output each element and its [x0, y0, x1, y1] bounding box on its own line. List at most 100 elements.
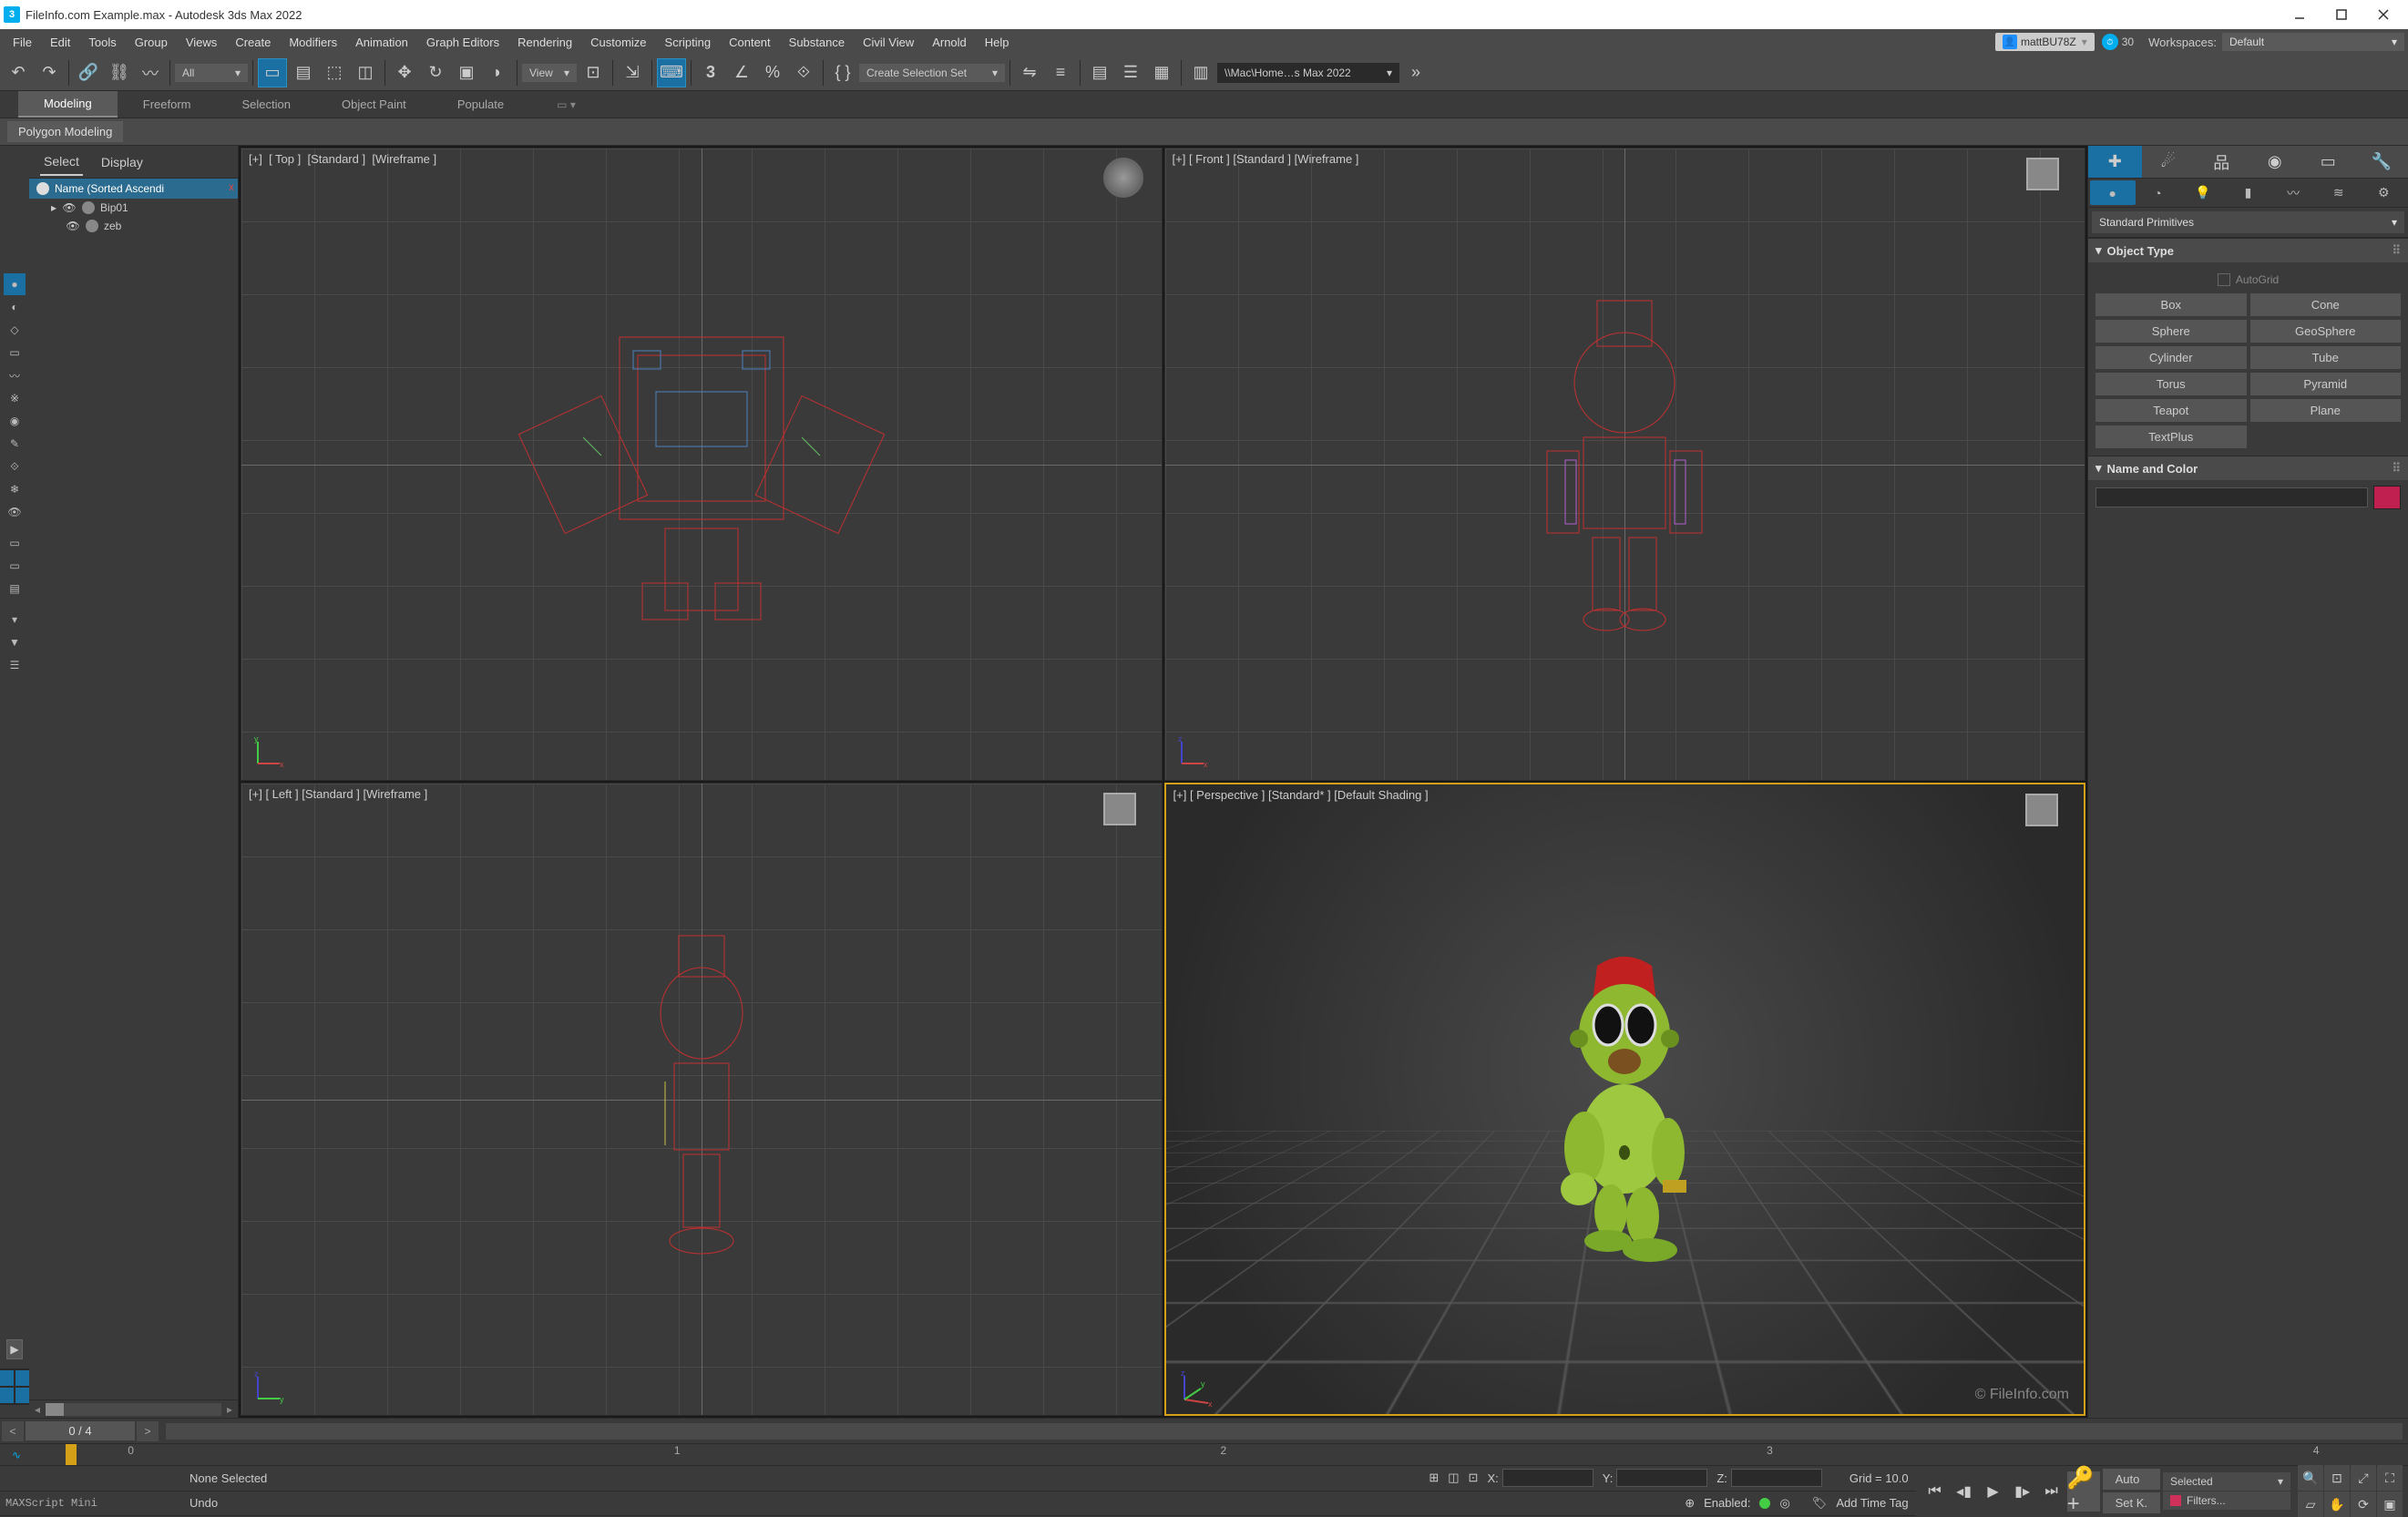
- scene-item-zeb[interactable]: 👁 zeb: [29, 217, 238, 235]
- scene-explorer-close-icon[interactable]: x: [229, 180, 234, 193]
- filter-icon[interactable]: ▼: [4, 631, 26, 653]
- move-button[interactable]: ✥: [390, 58, 419, 87]
- primitive-geosphere-button[interactable]: GeoSphere: [2250, 320, 2402, 343]
- menu-edit[interactable]: Edit: [41, 32, 79, 53]
- scene-item-bip01[interactable]: ▸ 👁 Bip01: [29, 199, 238, 217]
- menu-substance[interactable]: Substance: [780, 32, 854, 53]
- display-spacewarps-icon[interactable]: ※: [4, 387, 26, 409]
- next-frame-button[interactable]: ▮▸: [2009, 1478, 2036, 1505]
- signin-user-dropdown[interactable]: 👤 mattBU78Z ▾: [1995, 33, 2095, 51]
- menu-arnold[interactable]: Arnold: [923, 32, 976, 53]
- viewport-layout-button[interactable]: [0, 1368, 33, 1405]
- window-crossing-button[interactable]: ◫: [351, 58, 380, 87]
- object-type-rollout-header[interactable]: ▾ Object Type ⠿: [2088, 238, 2408, 262]
- display-hidden-icon[interactable]: 👁: [4, 501, 26, 523]
- viewport-front[interactable]: [+] [ Front ] [Standard ] [Wireframe ]: [1164, 148, 2086, 781]
- spinner-snap-button[interactable]: ⟐: [789, 58, 818, 87]
- ribbon-tab-freeform[interactable]: Freeform: [118, 92, 217, 117]
- lights-subtab[interactable]: 💡: [2180, 180, 2226, 205]
- set-key-big-button[interactable]: 🔑+: [2067, 1471, 2100, 1512]
- viewport-left[interactable]: [+] [ Left ] [Standard ] [Wireframe ] z: [241, 783, 1163, 1416]
- isolate-selection-icon[interactable]: ◫: [1448, 1471, 1459, 1485]
- toolbar-overflow-button[interactable]: »: [1401, 58, 1430, 87]
- list-view3-icon[interactable]: ▤: [4, 578, 26, 600]
- geometry-subtab[interactable]: ●: [2090, 180, 2136, 205]
- primitive-tube-button[interactable]: Tube: [2250, 346, 2402, 369]
- scale-button[interactable]: ▣: [452, 58, 481, 87]
- keyboard-shortcut-button[interactable]: ⌨: [657, 58, 686, 87]
- viewcube-icon[interactable]: [1103, 158, 1143, 198]
- expand-explorer-button[interactable]: ▶: [6, 1339, 23, 1359]
- spacewarps-subtab[interactable]: ≋: [2316, 180, 2362, 205]
- ribbon-tab-modeling[interactable]: Modeling: [18, 91, 118, 118]
- shapes-subtab[interactable]: ◔: [2136, 180, 2181, 205]
- time-tag-icon[interactable]: 🏷: [1812, 1496, 1828, 1511]
- viewport-label-left[interactable]: [+] [ Left ] [Standard ] [Wireframe ]: [249, 787, 427, 801]
- viewport-label-front[interactable]: [+] [ Front ] [Standard ] [Wireframe ]: [1173, 152, 1359, 166]
- menu-customize[interactable]: Customize: [581, 32, 655, 53]
- curve-editor-button[interactable]: ▥: [1186, 58, 1215, 87]
- visibility-icon[interactable]: 👁: [62, 201, 77, 214]
- auto-key-button[interactable]: Auto: [2103, 1469, 2160, 1490]
- orbit-button[interactable]: ⟳: [2351, 1491, 2376, 1517]
- viewcube-icon[interactable]: [2026, 158, 2066, 198]
- menu-create[interactable]: Create: [226, 32, 280, 53]
- close-button[interactable]: [2362, 0, 2404, 29]
- ribbon-tab-selection[interactable]: Selection: [217, 92, 316, 117]
- create-panel-tab[interactable]: ✚: [2088, 146, 2142, 178]
- name-color-rollout-header[interactable]: ▾ Name and Color ⠿: [2088, 456, 2408, 480]
- y-coord-input[interactable]: [1616, 1469, 1707, 1487]
- scene-explorer-column-header[interactable]: Name (Sorted Ascendi: [29, 179, 238, 199]
- fov-button[interactable]: ▱: [2298, 1491, 2323, 1517]
- viewport-perspective[interactable]: [+] [ Perspective ] [Standard* ] [Defaul…: [1164, 783, 2086, 1416]
- ribbon-collapse-button[interactable]: ▭ ▾: [557, 98, 576, 111]
- display-xrefs-icon[interactable]: ✎: [4, 433, 26, 455]
- menu-tools[interactable]: Tools: [79, 32, 125, 53]
- edit-named-sel-button[interactable]: { }: [828, 58, 857, 87]
- display-helpers-icon[interactable]: 〰: [4, 364, 26, 386]
- goto-end-button[interactable]: ⏭: [2038, 1478, 2065, 1505]
- hierarchy-panel-tab[interactable]: 品: [2195, 146, 2249, 178]
- z-coord-input[interactable]: [1731, 1469, 1822, 1487]
- percent-snap-button[interactable]: %: [758, 58, 787, 87]
- trial-days-indicator[interactable]: ⏱ 30: [2098, 32, 2137, 52]
- zoom-button[interactable]: 🔍: [2298, 1465, 2323, 1491]
- object-color-swatch[interactable]: [2373, 486, 2401, 509]
- display-lights-icon[interactable]: ◇: [4, 319, 26, 341]
- scene-explorer-tab-select[interactable]: Select: [40, 149, 83, 176]
- maximize-viewport-button[interactable]: ▣: [2377, 1491, 2403, 1517]
- undo-button[interactable]: ↶: [4, 58, 33, 87]
- snap-toggle-button[interactable]: 3: [696, 58, 725, 87]
- display-shapes-icon[interactable]: ◐: [4, 296, 26, 318]
- rotate-button[interactable]: ↻: [421, 58, 450, 87]
- display-fx-icon[interactable]: ❄: [4, 478, 26, 500]
- display-bone-icon[interactable]: ⟐: [4, 456, 26, 477]
- set-key-button[interactable]: Set K.: [2103, 1492, 2160, 1513]
- align-button[interactable]: ≡: [1046, 58, 1075, 87]
- pivot-center-button[interactable]: ⊡: [579, 58, 608, 87]
- modify-panel-tab[interactable]: ☄: [2142, 146, 2196, 178]
- primitive-textplus-button[interactable]: TextPlus: [2095, 425, 2247, 448]
- scene-explorer-scrollbar[interactable]: ◂▸: [29, 1399, 238, 1418]
- primitive-teapot-button[interactable]: Teapot: [2095, 399, 2247, 422]
- redo-button[interactable]: ↷: [35, 58, 64, 87]
- zoom-all-button[interactable]: ⊡: [2324, 1465, 2350, 1491]
- trackbar-cursor[interactable]: [66, 1444, 77, 1465]
- primitive-pyramid-button[interactable]: Pyramid: [2250, 373, 2402, 395]
- ribbon-tab-populate[interactable]: Populate: [432, 92, 529, 117]
- expand-icon[interactable]: ▸: [51, 201, 56, 214]
- add-time-tag-button[interactable]: Add Time Tag: [1836, 1496, 1908, 1510]
- bind-spacewarp-button[interactable]: 〰: [136, 58, 165, 87]
- key-filters-selected-dropdown[interactable]: Selected▾: [2163, 1472, 2290, 1491]
- pan-button[interactable]: ✋: [2324, 1491, 2350, 1517]
- scene-explorer-tab-display[interactable]: Display: [97, 149, 147, 175]
- menu-views[interactable]: Views: [177, 32, 226, 53]
- menu-group[interactable]: Group: [126, 32, 177, 53]
- timeslider-frame-display[interactable]: 0 / 4: [26, 1421, 135, 1440]
- display-panel-tab[interactable]: ▭: [2301, 146, 2355, 178]
- primitive-cylinder-button[interactable]: Cylinder: [2095, 346, 2247, 369]
- angle-snap-button[interactable]: ∠: [727, 58, 756, 87]
- menu-scripting[interactable]: Scripting: [656, 32, 721, 53]
- timeslider-prev-button[interactable]: <: [2, 1421, 24, 1441]
- primitive-sphere-button[interactable]: Sphere: [2095, 320, 2247, 343]
